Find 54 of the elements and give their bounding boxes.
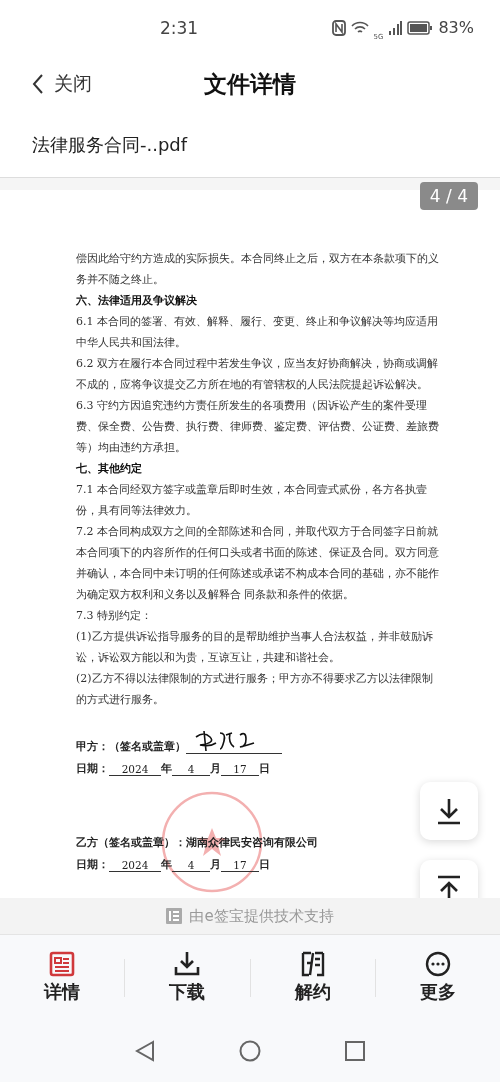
- signature-label: 甲方：（签名或盖章）: [76, 740, 186, 754]
- clause-text: 7.2 本合同构成双方之间的全部陈述和合同，并取代双方于合同签字日前就本合同项下的内容所作的任何口头或者书面的陈述、保证及合同。双方同意并确认，本合同中未订明的任何陈述或承诺不构成本合同的基础，亦不能作为确定双方权利和义务以及解释合 同条款和条件的依据。: [76, 524, 440, 603]
- company-name: 湖南众律民安咨询有限公司: [186, 836, 318, 850]
- day-unit: 日: [259, 762, 270, 776]
- tab[interactable]: 更多: [375, 950, 500, 1005]
- date-label: 日期：: [76, 858, 109, 872]
- clause-text: 6.1 本合同的签署、有效、解释、履行、变更、终止和争议解决等均应适用中华人民共和国法律。: [76, 314, 439, 351]
- more-icon: [424, 951, 451, 977]
- year-unit: 年: [161, 858, 172, 872]
- date-day: 17: [221, 859, 259, 872]
- powered-by-text: 由e签宝提供技术支持: [189, 906, 334, 926]
- day-unit: 日: [259, 858, 270, 872]
- clause-text: 6.2 双方在履行本合同过程中若发生争议，应当友好协商解决，协商或调解不成的，应将争议提交乙方所在地的有管辖权的人民法院提起诉讼解决。: [76, 356, 439, 393]
- tab[interactable]: 下载: [125, 950, 250, 1005]
- home-nav-icon[interactable]: [239, 1040, 261, 1062]
- document-icon: [49, 951, 76, 977]
- tab[interactable]: 详情: [0, 950, 125, 1005]
- clause-text: (1)乙方提供诉讼指导服务的目的是帮助维护当事人合法权益，并非鼓励诉讼，诉讼双方能以和为贵，互谅互让，共建和谐社会。: [76, 629, 434, 666]
- clause-text: 偿因此给守约方造成的实际损失。本合同终止之后，双方在本条款项下的义务并不随之终止。: [76, 251, 440, 288]
- month-unit: 月: [210, 762, 221, 776]
- signature-label: 乙方（签名或盖章）：: [76, 836, 186, 850]
- status-time: 2:31: [160, 17, 199, 38]
- signal-icon: [388, 20, 403, 35]
- date-year: 2024: [109, 763, 161, 776]
- year-unit: 年: [161, 762, 172, 776]
- download-button[interactable]: [420, 782, 478, 840]
- tab[interactable]: 解约: [250, 950, 375, 1005]
- battery-icon: [407, 20, 434, 35]
- download-icon: [174, 951, 201, 977]
- close-button[interactable]: 关闭: [28, 67, 96, 101]
- wifi-icon: [350, 20, 369, 35]
- back-icon: [32, 73, 44, 95]
- clause-text: (2)乙方不得以法律限制的方式进行服务；甲方亦不得要求乙方以法律限制的方式进行服务。: [76, 671, 434, 708]
- nfc-icon: [331, 19, 346, 36]
- section-heading: 七、其他约定: [76, 461, 143, 477]
- date-year: 2024: [109, 859, 161, 872]
- download-icon: [436, 797, 462, 825]
- date-month: 4: [172, 859, 210, 872]
- date-month: 4: [172, 763, 210, 776]
- date-day: 17: [221, 763, 259, 776]
- section-heading: 六、法律适用及争议解决: [76, 293, 198, 309]
- date-label: 日期：: [76, 762, 109, 776]
- back-nav-icon[interactable]: [135, 1040, 155, 1062]
- split-document-icon: [299, 951, 326, 977]
- clause-text: 7.3 特别约定：: [76, 608, 153, 624]
- page-title: 文件详情: [204, 69, 296, 99]
- clause-text: 7.1 本合同经双方签字或盖章后即时生效，本合同壹式贰份，各方各执壹份，具有同等法律效力。: [76, 482, 428, 519]
- clause-text: 6.3 守约方因追究违约方责任所发生的各项费用（因诉讼产生的案件受理费、保全费、公告费、执行费、律师费、鉴定费、评估费、公证费、差旅费等）均由违约方承担。: [76, 398, 440, 456]
- month-unit: 月: [210, 858, 221, 872]
- page-indicator: 4 / 4: [419, 182, 478, 210]
- recents-nav-icon[interactable]: [345, 1041, 365, 1061]
- document-icon: [166, 908, 183, 924]
- battery-level: 83%: [438, 18, 474, 37]
- arrow-up-icon: [436, 875, 462, 898]
